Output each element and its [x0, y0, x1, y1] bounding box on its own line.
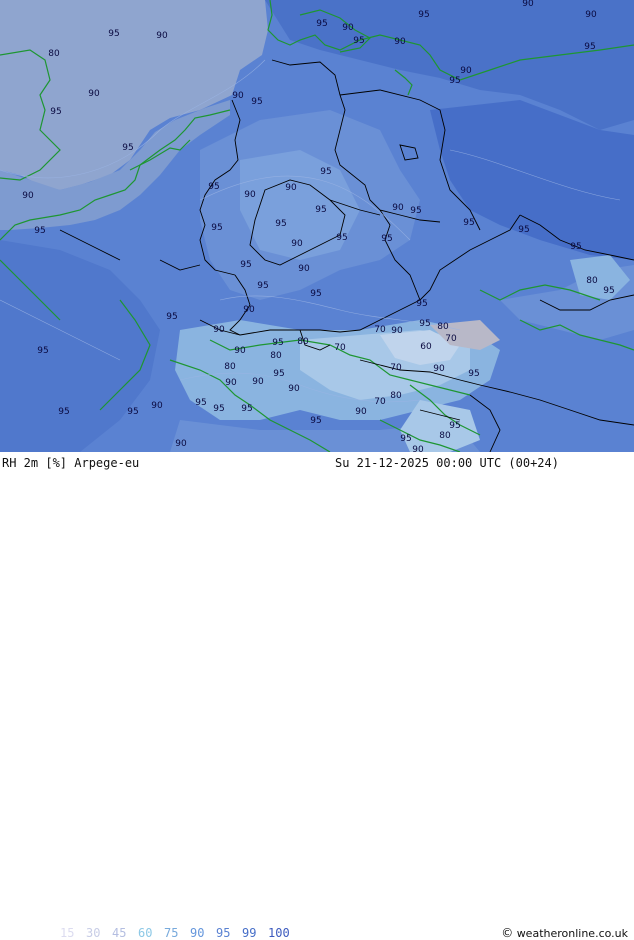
contour-label: 90 — [252, 377, 264, 387]
contour-label: 70 — [390, 363, 402, 373]
contour-label: 90 — [298, 264, 310, 274]
contour-label: 95 — [416, 299, 427, 309]
contour-label: 95 — [122, 143, 133, 153]
contour-label: 90 — [342, 23, 354, 33]
rh-map-svg: 95 9095909095 90 95 90 9580909590 909595959590… — [0, 0, 634, 452]
contour-label: 80 — [270, 351, 282, 361]
contour-label: 95 — [257, 281, 268, 291]
contour-label: 95 — [58, 407, 69, 417]
contour-label: 95 — [315, 205, 326, 215]
contour-label: 95 — [353, 36, 364, 46]
contour-label: 90 — [88, 89, 100, 99]
contour-label: 90 — [394, 37, 406, 47]
contour-label: 90 — [243, 305, 255, 315]
contour-label: 95 — [449, 421, 460, 431]
legend-level-95: 95 — [216, 926, 231, 940]
contour-label: 90 — [585, 10, 597, 20]
contour-label: 70 — [374, 397, 386, 407]
contour-label: 95 — [468, 369, 479, 379]
contour-label: 90 — [175, 439, 187, 449]
legend-level-45: 45 — [112, 926, 127, 940]
contour-label: 95 — [410, 206, 421, 216]
contour-label: 70 — [334, 343, 346, 353]
contour-label: 95 — [518, 225, 529, 235]
contour-label: 95 — [336, 233, 347, 243]
credit[interactable]: © weatheronline.co.uk — [501, 926, 628, 940]
legend-level-100: 100 — [268, 926, 290, 940]
contour-label: 80 — [297, 337, 309, 347]
contour-label: 70 — [445, 334, 457, 344]
legend-level-90: 90 — [190, 926, 205, 940]
legend-level-15: 15 — [60, 926, 75, 940]
contour-label: 80 — [224, 362, 236, 372]
contour-label: 90 — [433, 364, 445, 374]
weather-map: 95 90 95 90 90 95 90 95 90 95 80 90 95 90 90 95 95 95 95 90… — [0, 0, 634, 452]
contour-label: 95 — [34, 226, 45, 236]
contour-label: 90 — [232, 91, 244, 101]
contour-label: 80 — [48, 49, 60, 59]
contour-label: 95 — [310, 416, 321, 426]
contour-label: 90 — [225, 378, 237, 388]
contour-label: 90 — [412, 445, 424, 452]
contour-label: 90 — [355, 407, 367, 417]
contour-label: 95 — [37, 346, 48, 356]
contour-label: 95 — [316, 19, 327, 29]
map-footer: RH 2m [%] Arpege-eu Su 21-12-2025 00:00 … — [0, 452, 634, 940]
contour-label: 90 — [151, 401, 163, 411]
variable-title: RH 2m [%] Arpege-eu — [2, 456, 140, 470]
contour-label: 70 — [374, 325, 386, 335]
contour-label: 90 — [234, 346, 246, 356]
contour-label: 95 — [272, 338, 283, 348]
contour-label: 90 — [156, 31, 168, 41]
contour-label: 95 — [400, 434, 411, 444]
copyright-symbol: © — [501, 926, 514, 940]
contour-label: 80 — [437, 322, 449, 332]
contour-label: 90 — [460, 66, 472, 76]
contour-label: 95 — [208, 182, 219, 192]
contour-label: 90 — [22, 191, 34, 201]
legend-level-75: 75 — [164, 926, 179, 940]
legend-level-99: 99 — [242, 926, 257, 940]
credit-link[interactable]: weatheronline.co.uk — [517, 927, 628, 940]
contour-label: 95 — [211, 223, 222, 233]
contour-label: 90 — [392, 203, 404, 213]
contour-label: 95 — [449, 76, 460, 86]
contour-label: 80 — [586, 276, 598, 286]
contour-label: 95 — [213, 404, 224, 414]
contour-label: 95 — [418, 10, 429, 20]
contour-label: 90 — [291, 239, 303, 249]
contour-label: 80 — [439, 431, 451, 441]
contour-label: 95 — [166, 312, 177, 322]
contour-label: 60 — [420, 342, 432, 352]
contour-label: 95 — [463, 218, 474, 228]
contour-label: 90 — [244, 190, 256, 200]
contour-label: 95 — [275, 219, 286, 229]
contour-label: 90 — [522, 0, 534, 9]
contour-label: 95 — [195, 398, 206, 408]
contour-label: 90 — [213, 325, 225, 335]
contour-label: 95 — [310, 289, 321, 299]
contour-label: 90 — [288, 384, 300, 394]
legend-level-60: 60 — [138, 926, 153, 940]
contour-label: 80 — [390, 391, 402, 401]
contour-label: 95 — [570, 242, 581, 252]
contour-label: 95 — [251, 97, 262, 107]
contour-label: 95 — [320, 167, 331, 177]
contour-label: 95 — [419, 319, 430, 329]
contour-label: 90 — [391, 326, 403, 336]
color-legend: 15 30 45 60 75 90 95 99 100 — [60, 926, 298, 940]
contour-label: 95 — [240, 260, 251, 270]
legend-level-30: 30 — [86, 926, 101, 940]
contour-label: 95 — [273, 369, 284, 379]
contour-label: 95 — [584, 42, 595, 52]
contour-label: 95 — [603, 286, 614, 296]
contour-label: 95 — [127, 407, 138, 417]
contour-label: 95 — [50, 107, 61, 117]
contour-label: 95 — [108, 29, 119, 39]
valid-time: Su 21-12-2025 00:00 UTC (00+24) — [335, 456, 559, 470]
contour-label: 95 — [381, 234, 392, 244]
contour-label: 90 — [285, 183, 297, 193]
contour-label: 95 — [241, 404, 252, 414]
